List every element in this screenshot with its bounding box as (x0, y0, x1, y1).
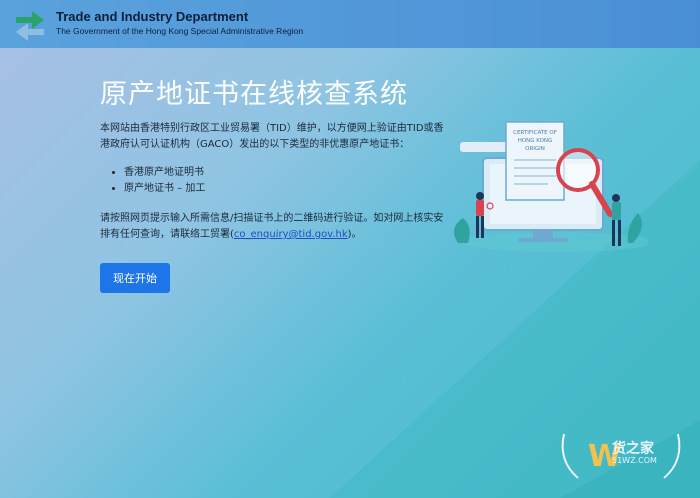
department-subtitle: The Government of the Hong Kong Special … (56, 26, 304, 36)
instructions-text: 请按照网页提示输入所需信息/扫描证书上的二维码进行验证。如对网上核实安排有任何查… (100, 211, 445, 243)
main-content: 原产地证书在线核查系统 本网站由香港特别行政区工业贸易署（TID）维护，以方便网… (100, 72, 445, 243)
department-title: Trade and Industry Department (56, 9, 249, 24)
watermark-text: 货之家 (612, 441, 654, 457)
certificate-text-line3: ORIGIN (525, 146, 545, 152)
list-item-processing: 原产地证书 – 加工 (124, 181, 445, 197)
tid-logo-icon[interactable] (12, 7, 48, 41)
start-button[interactable]: 现在开始 (100, 263, 170, 293)
enquiry-email-link[interactable]: co_enquiry@tid.gov.hk (234, 229, 348, 240)
intro-text: 本网站由香港特别行政区工业贸易署（TID）维护，以方便网上验证由TID或香港政府… (100, 123, 444, 150)
certificate-text-line1: CERTIFICATE OF (513, 130, 557, 136)
certificate-type-list: 香港原产地证明书 原产地证书 – 加工 (100, 165, 445, 197)
list-item-hk-origin: 香港原产地证明书 (124, 165, 445, 181)
watermark-site: 51WZ.COM (612, 456, 657, 465)
certificate-text-line2: HONG KONG (518, 138, 553, 144)
instructions-after: )。 (347, 229, 362, 240)
certificate-illustration: CERTIFICATE OF HONG KONG ORIGIN (454, 121, 648, 252)
header-bar: Trade and Industry Department The Govern… (0, 0, 700, 48)
page-title: 原产地证书在线核查系统 (100, 79, 408, 110)
